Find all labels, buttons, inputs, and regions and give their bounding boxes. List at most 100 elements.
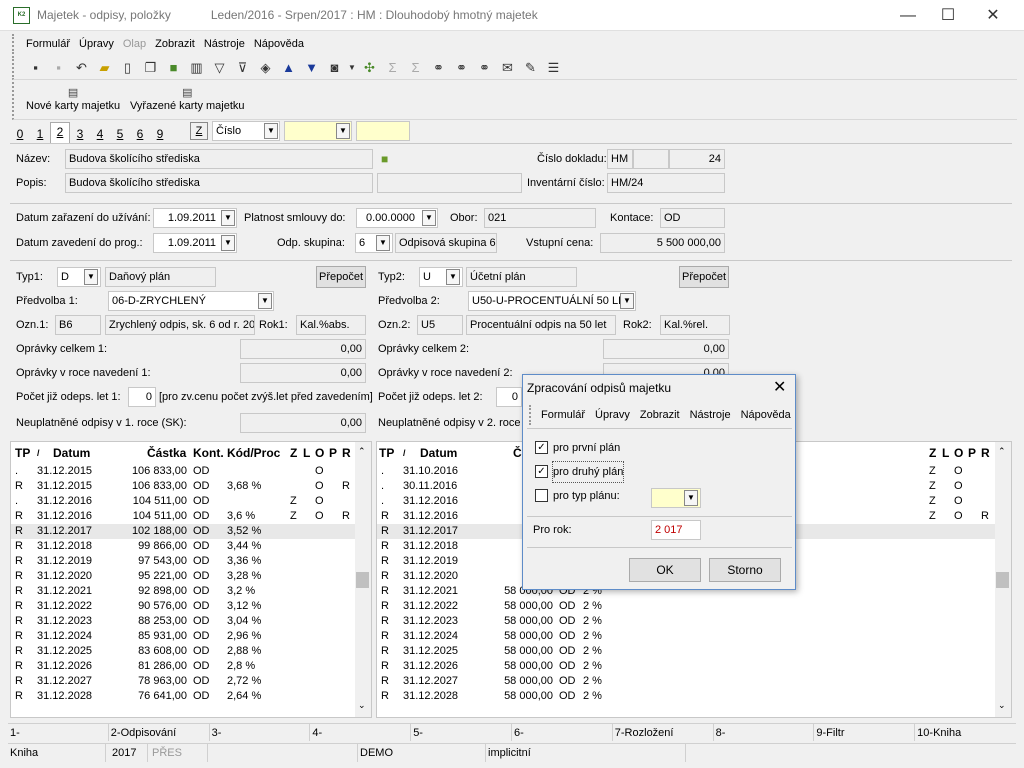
rok2-field[interactable]: Kal.%rel.: [660, 315, 730, 335]
arrow-down-icon[interactable]: ▼: [300, 57, 323, 79]
chevron-down-icon[interactable]: ▼: [84, 269, 98, 285]
menu-zobrazit[interactable]: Zobrazit: [155, 34, 195, 54]
camera-icon[interactable]: ◙: [323, 57, 346, 79]
opravky-roce1-field[interactable]: 0,00: [240, 363, 366, 383]
menu-icon[interactable]: ☰: [542, 57, 565, 79]
opt1-checkbox[interactable]: ✓: [535, 441, 548, 454]
tab-0[interactable]: 0: [10, 125, 30, 143]
col-datum[interactable]: Datum: [420, 442, 457, 464]
table-row[interactable]: R 31.12.2023 88 253,00 OD 3,04 %: [11, 614, 371, 629]
chevron-down-icon[interactable]: ▼: [221, 235, 235, 251]
table-row[interactable]: R 31.12.2018 99 866,00 OD 3,44 %: [11, 539, 371, 554]
table-row[interactable]: R 31.12.2021 92 898,00 OD 3,2 %: [11, 584, 371, 599]
chevron-down-icon[interactable]: ▼: [620, 293, 634, 309]
sum-disabled-icon[interactable]: Σ: [404, 57, 427, 79]
table-row[interactable]: . 31.12.2015 106 833,00 OD O: [11, 464, 371, 479]
chevron-down-icon[interactable]: ⌄: [998, 700, 1006, 711]
storno-button[interactable]: Storno: [709, 558, 781, 582]
chevron-down-icon[interactable]: ▼: [258, 293, 272, 309]
tab-4[interactable]: 4: [90, 125, 110, 143]
table-row[interactable]: R 31.12.2015 106 833,00 OD 3,68 % O R: [11, 479, 371, 494]
chevron-down-icon[interactable]: ▼: [221, 210, 235, 226]
fkey-3[interactable]: 3-: [210, 724, 311, 741]
menu-formular[interactable]: Formulář: [26, 34, 70, 54]
neuplatnene1-field[interactable]: 0,00: [240, 413, 366, 433]
sum-icon[interactable]: Σ: [381, 57, 404, 79]
save-all-icon[interactable]: ▪: [47, 57, 70, 79]
table-row[interactable]: R 31.12.2019 97 543,00 OD 3,36 %: [11, 554, 371, 569]
chevron-down-icon[interactable]: ▼: [376, 235, 390, 251]
fkey-1[interactable]: 1-: [8, 724, 109, 741]
book-icon[interactable]: ▥: [185, 57, 208, 79]
col-castka[interactable]: Částka: [147, 442, 186, 464]
table-row[interactable]: R 31.12.2026 81 286,00 OD 2,8 %: [11, 659, 371, 674]
nazev-field[interactable]: Budova školícího střediska: [65, 149, 373, 169]
ok-button[interactable]: OK: [629, 558, 701, 582]
col-z[interactable]: Z: [929, 442, 936, 464]
find-next-icon[interactable]: ⚭: [450, 57, 473, 79]
chevron-up-icon[interactable]: ⌃: [998, 446, 1006, 457]
table-row[interactable]: R 31.12.2026 58 000,00 OD 2 %: [377, 659, 1011, 674]
col-p[interactable]: P: [329, 442, 337, 464]
table-row[interactable]: R 31.12.2027 58 000,00 OD 2 %: [377, 674, 1011, 689]
col-o[interactable]: O: [954, 442, 963, 464]
dialog-menu-nastroje[interactable]: Nástroje: [690, 405, 731, 425]
tab-6[interactable]: 6: [130, 125, 150, 143]
z-button[interactable]: Z: [190, 122, 208, 140]
col-l[interactable]: L: [303, 442, 310, 464]
dropdown-icon[interactable]: ▼: [346, 57, 358, 79]
excluded-cards-button[interactable]: ▤ Vyřazené karty majetku: [130, 86, 245, 112]
col-sort[interactable]: /: [403, 442, 406, 464]
new-document-icon[interactable]: ▯: [116, 57, 139, 79]
new-cards-button[interactable]: ▤ Nové karty majetku: [26, 86, 120, 112]
col-tp[interactable]: TP: [379, 442, 394, 464]
rok-input[interactable]: 2 017: [651, 520, 701, 540]
menu-nastroje[interactable]: Nástroje: [204, 34, 245, 54]
col-r[interactable]: R: [342, 442, 351, 464]
table-row[interactable]: . 31.12.2016 104 511,00 OD Z O: [11, 494, 371, 509]
col-castka[interactable]: Č: [513, 442, 522, 464]
opt3-checkbox[interactable]: [535, 489, 548, 502]
lock-icon[interactable]: ■: [162, 57, 185, 79]
tab-2[interactable]: 2: [50, 122, 70, 143]
dialog-menu-upravy[interactable]: Úpravy: [595, 405, 630, 425]
menu-upravy[interactable]: Úpravy: [79, 34, 114, 54]
table-row[interactable]: R 31.12.2028 76 641,00 OD 2,64 %: [11, 689, 371, 704]
chevron-down-icon[interactable]: ▼: [684, 490, 698, 506]
fkey-2[interactable]: 2-Odpisování: [109, 724, 210, 741]
table-row[interactable]: R 31.12.2025 83 608,00 OD 2,88 %: [11, 644, 371, 659]
vstupni-cena-field[interactable]: 5 500 000,00: [600, 233, 725, 253]
maximize-button[interactable]: ☐: [928, 3, 968, 28]
table-row[interactable]: R 31.12.2028 58 000,00 OD 2 %: [377, 689, 1011, 704]
table-row[interactable]: R 31.12.2017 102 188,00 OD 3,52 %: [11, 524, 371, 539]
chevron-down-icon[interactable]: ⌄: [358, 700, 366, 711]
dialog-menu-formular[interactable]: Formulář: [541, 405, 585, 425]
predvolba2-select[interactable]: U50-U-PROCENTUÁLNÍ 50 LET: [468, 291, 636, 311]
table-row[interactable]: R 31.12.2022 58 000,00 OD 2 %: [377, 599, 1011, 614]
table-row[interactable]: R 31.12.2022 90 576,00 OD 3,12 %: [11, 599, 371, 614]
fkey-4[interactable]: 4-: [310, 724, 412, 741]
col-p[interactable]: P: [968, 442, 976, 464]
col-o[interactable]: O: [315, 442, 324, 464]
chevron-up-icon[interactable]: ⌃: [358, 446, 366, 457]
prepocet1-button[interactable]: Přepočet: [316, 266, 366, 288]
obor-field[interactable]: 021: [484, 208, 596, 228]
minimize-button[interactable]: —: [888, 3, 928, 28]
col-z[interactable]: Z: [290, 442, 297, 464]
popis-extra-field[interactable]: [377, 173, 522, 193]
table-row[interactable]: R 31.12.2027 78 963,00 OD 2,72 %: [11, 674, 371, 689]
fkey-9[interactable]: 9-Filtr: [814, 724, 916, 741]
chevron-down-icon[interactable]: ▼: [336, 123, 350, 139]
scroll-thumb[interactable]: [996, 572, 1009, 588]
fkey-7[interactable]: 7-Rozložení: [613, 724, 714, 741]
opt2-checkbox[interactable]: ✓: [535, 465, 548, 478]
fkey-5[interactable]: 5-: [411, 724, 512, 741]
arrow-up-icon[interactable]: ▲: [277, 57, 300, 79]
ozn1-field[interactable]: B6: [55, 315, 101, 335]
dialog-menu-zobrazit[interactable]: Zobrazit: [640, 405, 680, 425]
col-l[interactable]: L: [942, 442, 949, 464]
chevron-down-icon[interactable]: ▼: [264, 123, 278, 139]
col-r[interactable]: R: [981, 442, 990, 464]
pocet1-field[interactable]: 0: [128, 387, 156, 407]
dialog-menu-napoveda[interactable]: Nápověda: [741, 405, 791, 425]
